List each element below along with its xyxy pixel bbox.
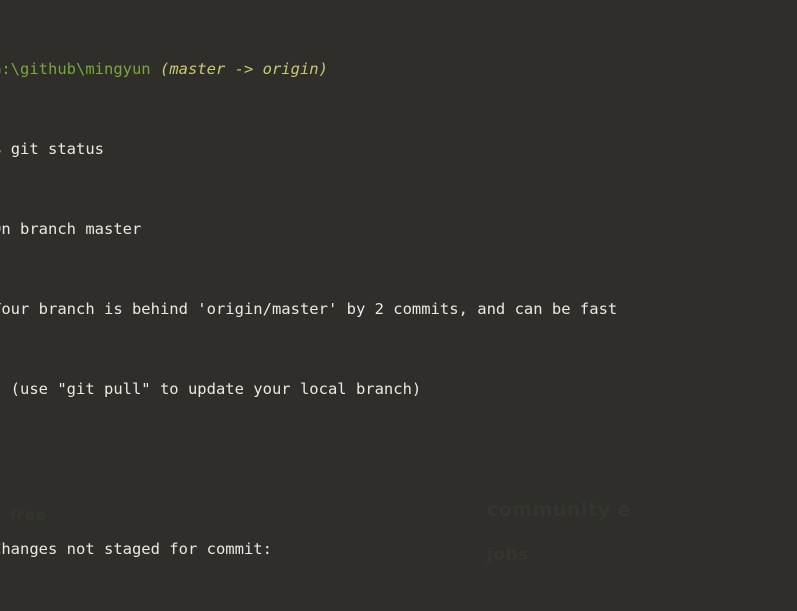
command-spacer: [1, 140, 10, 158]
prompt-spacer: [151, 60, 160, 78]
prompt-path: G:\github\mingyun: [0, 60, 151, 78]
terminal-window[interactable]: G:\github\mingyun (master -> origin) $ g…: [0, 0, 797, 611]
prompt-line: G:\github\mingyun (master -> origin): [0, 59, 797, 79]
behind-line: Your branch is behind 'origin/master' by…: [0, 300, 618, 318]
pull-hint-line: (use "git pull" to update your local bra…: [0, 380, 422, 398]
command-text: git status: [10, 140, 105, 158]
prompt-branch-info: (master -> origin): [159, 60, 328, 78]
terminal-screen: G:\github\mingyun (master -> origin) $ g…: [0, 0, 797, 611]
section-header-line: Changes not staged for commit:: [0, 540, 272, 558]
branch-line: On branch master: [0, 220, 142, 238]
command-line: $ git status: [0, 139, 797, 159]
